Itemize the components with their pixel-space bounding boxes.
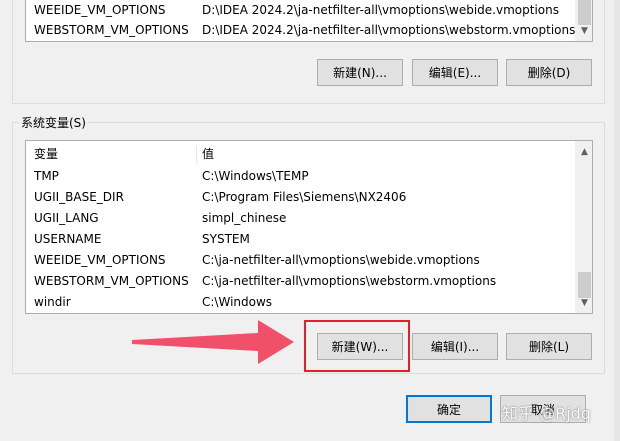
ok-button[interactable]: 确定	[406, 395, 492, 423]
user-delete-button[interactable]: 删除(D)	[506, 59, 592, 86]
list-item[interactable]: WEEIDE_VM_OPTIONS D:\IDEA 2024.2\ja-netf…	[26, 0, 576, 21]
table-row[interactable]: USERNAME SYSTEM	[26, 229, 576, 250]
annotation-arrow-shape	[132, 320, 294, 364]
watermark-text: 知乎 @Rjdq	[502, 404, 591, 423]
variable-value: D:\IDEA 2024.2\ja-netfilter-all\vmoption…	[202, 23, 576, 37]
column-header-value[interactable]: 值	[202, 144, 214, 165]
variable-value: simpl_chinese	[202, 211, 287, 225]
system-edit-button[interactable]: 编辑(I)...	[412, 333, 498, 360]
table-row[interactable]: WEBSTORM_VM_OPTIONS C:\ja-netfilter-all\…	[26, 271, 576, 292]
variable-name: WEEIDE_VM_OPTIONS	[34, 253, 166, 267]
scroll-down-icon[interactable]: ▼	[576, 294, 592, 311]
list-header: 变量 值	[26, 144, 576, 165]
user-edit-button[interactable]: 编辑(E)...	[412, 59, 498, 86]
variable-value: C:\Windows\TEMP	[202, 169, 309, 183]
table-row[interactable]: windir C:\Windows	[26, 292, 576, 313]
user-group-bottom-border	[12, 103, 605, 104]
system-variables-list[interactable]: 变量 值 TMP C:\Windows\TEMP UGII_BASE_DIR C…	[25, 140, 593, 314]
variable-name: WEEIDE_VM_OPTIONS	[34, 3, 166, 17]
table-row[interactable]: TMP C:\Windows\TEMP	[26, 166, 576, 187]
user-variables-list[interactable]: WEEIDE_VM_OPTIONS D:\IDEA 2024.2\ja-netf…	[25, 0, 593, 42]
user-list-scrollbar[interactable]: ▼	[575, 0, 592, 41]
table-row[interactable]: UGII_LANG simpl_chinese	[26, 208, 576, 229]
table-row[interactable]: WEEIDE_VM_OPTIONS C:\ja-netfilter-all\vm…	[26, 250, 576, 271]
variable-value: C:\ja-netfilter-all\vmoptions\webide.vmo…	[202, 253, 480, 267]
window-edge	[614, 0, 620, 441]
variable-value: D:\IDEA 2024.2\ja-netfilter-all\vmoption…	[202, 3, 559, 17]
variable-name: WEBSTORM_VM_OPTIONS	[34, 274, 189, 288]
variable-value: C:\Program Files\Siemens\NX2406	[202, 190, 407, 204]
list-item[interactable]: WEBSTORM_VM_OPTIONS D:\IDEA 2024.2\ja-ne…	[26, 20, 576, 41]
variable-value: SYSTEM	[202, 232, 250, 246]
scroll-up-icon[interactable]: ▲	[576, 143, 592, 160]
variable-name: windir	[34, 295, 71, 309]
user-group-right-border	[604, 0, 605, 104]
variable-name: UGII_BASE_DIR	[34, 190, 124, 204]
table-row[interactable]: UGII_BASE_DIR C:\Program Files\Siemens\N…	[26, 187, 576, 208]
system-list-scrollbar[interactable]: ▲ ▼	[575, 141, 592, 313]
user-new-button[interactable]: 新建(N)...	[317, 59, 403, 86]
variable-value: C:\ja-netfilter-all\vmoptions\webstorm.v…	[202, 274, 497, 288]
scroll-down-icon[interactable]: ▼	[576, 22, 592, 39]
column-header-name[interactable]: 变量	[34, 144, 58, 165]
variable-value: C:\Windows	[202, 295, 273, 309]
annotation-arrow	[132, 320, 294, 364]
variable-name: UGII_LANG	[34, 211, 99, 225]
system-new-button[interactable]: 新建(W)...	[317, 333, 403, 360]
variable-name: USERNAME	[34, 232, 102, 246]
variable-name: WEBSTORM_VM_OPTIONS	[34, 23, 189, 37]
system-delete-button[interactable]: 删除(L)	[506, 333, 592, 360]
column-divider	[196, 146, 197, 163]
variable-name: TMP	[34, 169, 59, 183]
user-group-left-border	[12, 0, 13, 104]
system-variables-label: 系统变量(S)	[19, 114, 88, 131]
